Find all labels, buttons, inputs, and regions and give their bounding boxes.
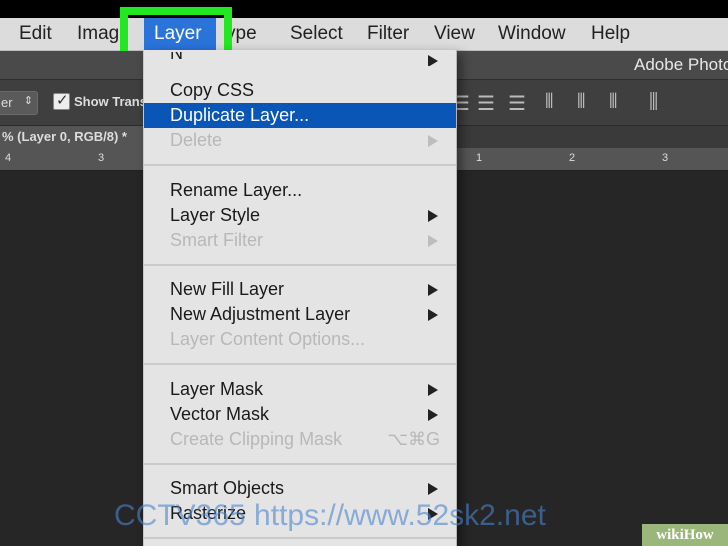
top-black-strip (0, 0, 728, 18)
menu-image[interactable]: Imag (77, 18, 119, 50)
menu-item-new-adjustment-layer[interactable]: New Adjustment Layer (144, 302, 456, 327)
shortcut-label: ⌥⌘G (387, 429, 440, 449)
menu-item-delete[interactable]: Delete (144, 128, 456, 153)
show-transform-label: Show Trans (74, 94, 147, 109)
menu-item-rename-layer[interactable]: Rename Layer... (144, 178, 456, 203)
menu-item-layer-style[interactable]: Layer Style (144, 203, 456, 228)
menu-separator (144, 164, 456, 166)
check-icon: ✓ (56, 92, 69, 109)
ruler-tick-label: 3 (98, 152, 105, 164)
align-left-icon[interactable]: ⫴ (545, 91, 553, 114)
submenu-arrow-icon (428, 409, 438, 421)
menu-edit[interactable]: Edit (19, 18, 52, 50)
blend-mode-dropdown[interactable]: er ⇕ (0, 91, 38, 115)
wikihow-logo-how: How (683, 527, 714, 543)
menu-filter[interactable]: Filter (367, 18, 409, 50)
ruler-tick-label: 3 (662, 152, 669, 164)
menu-item-smart-filter[interactable]: Smart Filter (144, 228, 456, 253)
align-bottom-icon[interactable]: ☰ (508, 91, 526, 116)
submenu-arrow-icon (428, 309, 438, 321)
wikihow-logo-wiki: wiki (656, 527, 684, 543)
submenu-arrow-icon (428, 483, 438, 495)
submenu-arrow-icon (428, 384, 438, 396)
submenu-arrow-icon (428, 235, 438, 247)
menu-separator (144, 463, 456, 465)
ruler-tick-label: 1 (476, 152, 483, 164)
menu-help[interactable]: Help (591, 18, 630, 50)
menu-bar: Edit Imag ype Select Filter View Window … (0, 18, 728, 51)
submenu-arrow-icon (428, 55, 438, 66)
menu-item-new[interactable]: N (144, 52, 456, 66)
menu-item-new-fill-layer[interactable]: New Fill Layer (144, 277, 456, 302)
ruler-tick-label: 4 (5, 152, 12, 164)
submenu-arrow-icon (428, 135, 438, 147)
menu-item-smart-objects[interactable]: Smart Objects (144, 476, 456, 501)
stepper-icon: ⇕ (23, 95, 33, 107)
menu-item-layer-mask[interactable]: Layer Mask (144, 377, 456, 402)
menu-item-create-clipping-mask[interactable]: Create Clipping Mask ⌥⌘G (144, 427, 456, 452)
app-title: Adobe Photo (634, 55, 728, 74)
document-tab[interactable]: % (Layer 0, RGB/8) * (0, 126, 143, 148)
menu-window[interactable]: Window (498, 18, 566, 50)
menu-item-layer-content-options[interactable]: Layer Content Options... (144, 327, 456, 352)
menu-view[interactable]: View (434, 18, 475, 50)
show-transform-checkbox[interactable]: ✓ (53, 92, 70, 110)
menu-separator (144, 363, 456, 365)
align-vertical-center-icon[interactable]: ☰ (477, 91, 495, 116)
layer-menu-dropdown: N Copy CSS Duplicate Layer... Delete Ren… (143, 50, 457, 546)
watermark-overlay: CCTV365 https://www.52sk2.net (114, 499, 546, 532)
align-horizontal-center-icon[interactable]: ⫴ (577, 91, 585, 114)
menu-separator (144, 537, 456, 539)
align-right-icon[interactable]: ⫴ (609, 91, 617, 114)
distribute-icon[interactable]: ⫼ (649, 91, 658, 114)
menu-item-vector-mask[interactable]: Vector Mask (144, 402, 456, 427)
menu-select[interactable]: Select (290, 18, 343, 50)
menu-item-duplicate-layer[interactable]: Duplicate Layer... (144, 103, 456, 128)
wikihow-badge: wikiHow (642, 524, 728, 546)
menu-item-copy-css[interactable]: Copy CSS (144, 78, 456, 103)
menu-separator (144, 264, 456, 266)
submenu-arrow-icon (428, 210, 438, 222)
submenu-arrow-icon (428, 284, 438, 296)
document-tab-label: % (Layer 0, RGB/8) * (2, 129, 127, 144)
ruler-tick-label: 2 (569, 152, 576, 164)
